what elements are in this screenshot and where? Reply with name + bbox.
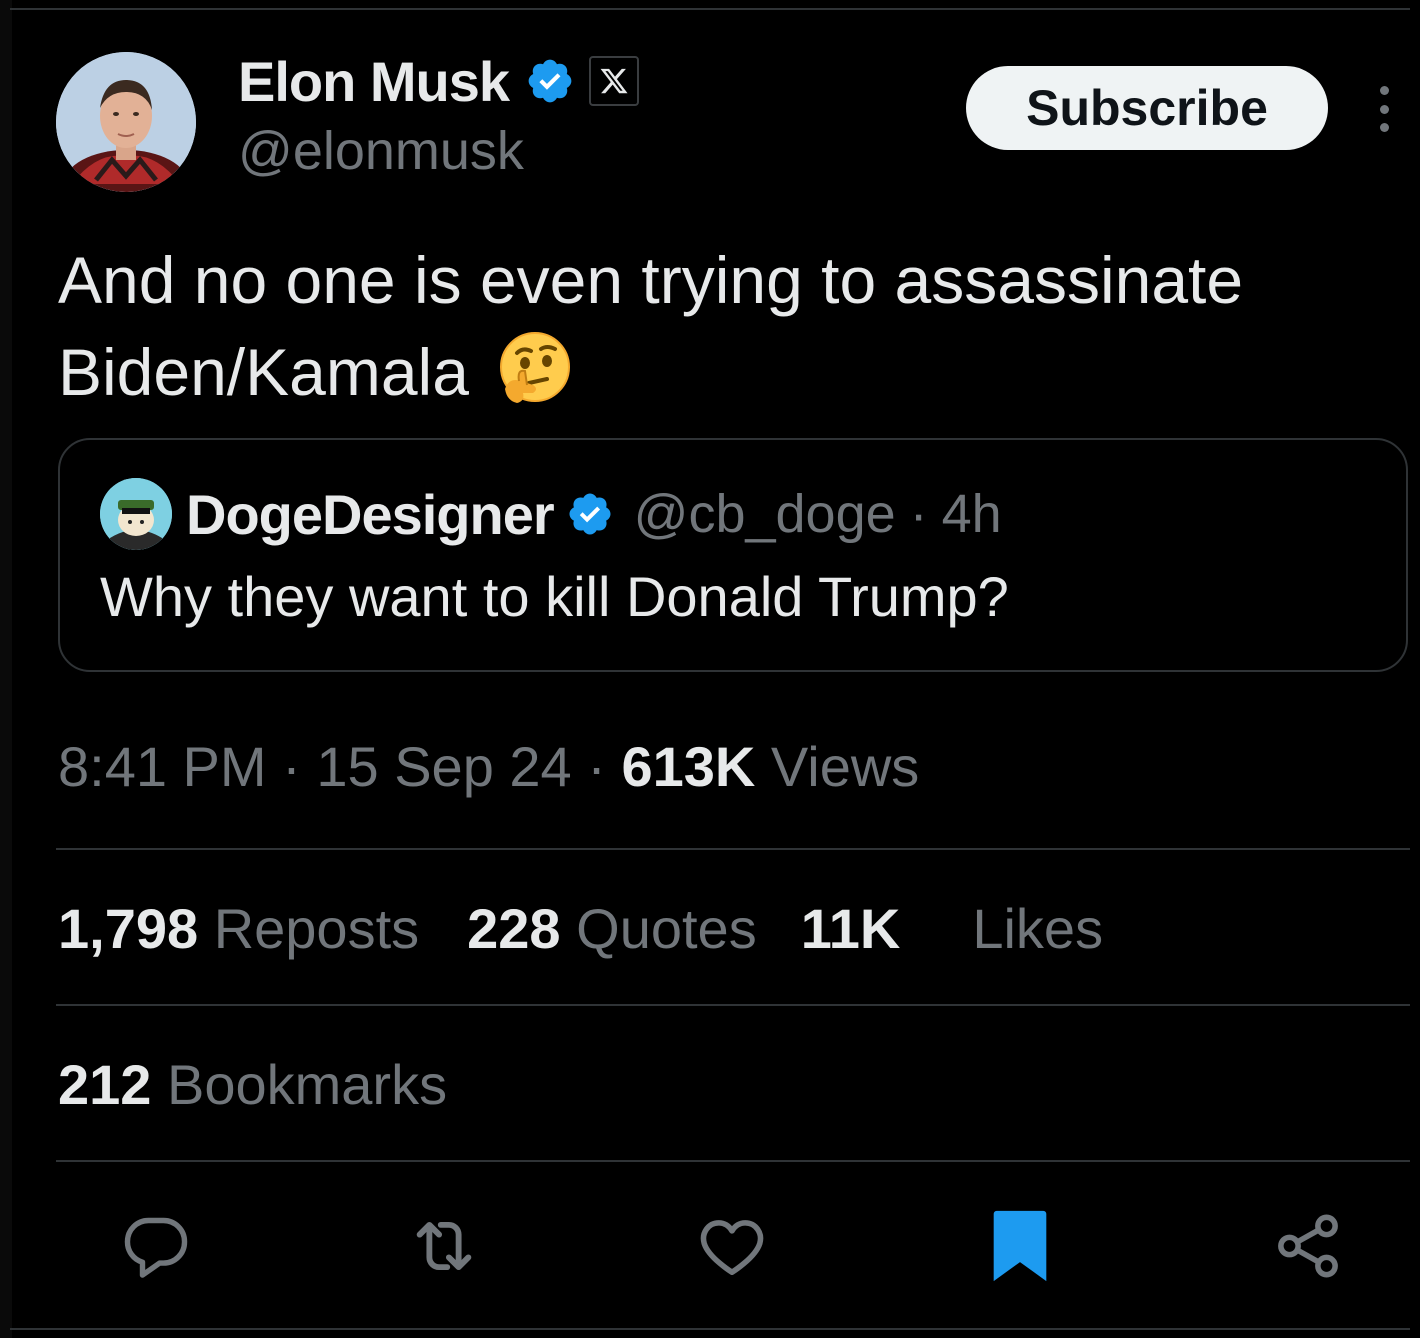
left-edge xyxy=(0,0,12,1338)
quoted-tweet-time[interactable]: 4h xyxy=(942,483,1002,545)
reply-icon[interactable] xyxy=(116,1206,196,1286)
author-handle[interactable]: @elonmusk xyxy=(238,120,524,182)
likes-count: 11K xyxy=(800,897,901,960)
repost-icon[interactable] xyxy=(404,1206,484,1286)
author-avatar[interactable] xyxy=(56,52,196,192)
like-icon[interactable] xyxy=(692,1206,772,1286)
top-divider xyxy=(10,8,1410,10)
quoted-author-handle[interactable]: @cb_doge xyxy=(634,483,896,545)
divider xyxy=(56,1004,1410,1006)
separator-dot: · xyxy=(282,735,301,798)
quotes-stat[interactable]: 228 Quotes xyxy=(467,897,757,960)
tweet-text-line-2: Biden/Kamala xyxy=(58,335,469,409)
quoted-tweet-header: DogeDesigner @cb_doge · 4h xyxy=(100,478,1002,550)
quoted-tweet-text: Why they want to kill Donald Trump? xyxy=(100,565,1009,628)
engagement-stats: 1,798 Reposts 228 Quotes 11K Likes xyxy=(58,896,1103,961)
quoted-verified-badge-icon xyxy=(566,490,614,538)
bookmarks-count: 212 xyxy=(58,1053,152,1116)
author-name[interactable]: Elon Musk xyxy=(238,49,510,114)
author-name-row: Elon Musk xyxy=(238,46,640,116)
tweet-text-line-1: And no one is even trying to assassinate xyxy=(58,243,1244,317)
tweet-meta: 8:41 PM · 15 Sep 24 · 613K Views xyxy=(58,734,919,799)
quotes-count: 228 xyxy=(467,897,561,960)
bookmarks-stat[interactable]: 212 Bookmarks xyxy=(58,1052,447,1117)
divider xyxy=(56,848,1410,850)
tweet-time[interactable]: 8:41 PM xyxy=(58,735,267,798)
quotes-label: Quotes xyxy=(576,897,757,960)
tweet-text: And no one is even trying to assassinate… xyxy=(58,234,1418,418)
verified-badge-icon xyxy=(525,56,575,106)
views-count: 613K xyxy=(621,735,756,798)
x-logo-icon xyxy=(589,56,640,106)
more-vertical-icon[interactable] xyxy=(1374,86,1394,132)
share-icon[interactable] xyxy=(1268,1206,1348,1286)
likes-label: Likes xyxy=(972,897,1104,960)
separator-dot: · xyxy=(587,735,606,798)
reposts-label: Reposts xyxy=(213,897,420,960)
views-label: Views xyxy=(770,735,920,798)
separator-dot: · xyxy=(909,484,928,544)
bookmark-icon[interactable] xyxy=(980,1206,1060,1286)
subscribe-button[interactable]: Subscribe xyxy=(966,66,1328,150)
likes-stat[interactable]: 11K Likes xyxy=(801,897,1103,960)
reposts-count: 1,798 xyxy=(58,897,199,960)
bottom-divider xyxy=(10,1328,1410,1330)
tweet-date[interactable]: 15 Sep 24 xyxy=(316,735,571,798)
tweet-detail: Elon Musk @elonmusk Subscribe And no one… xyxy=(0,0,1420,1338)
quoted-tweet-card[interactable]: DogeDesigner @cb_doge · 4h Why they want… xyxy=(58,438,1408,672)
bookmarks-label: Bookmarks xyxy=(167,1053,448,1116)
divider xyxy=(56,1160,1410,1162)
thinking-face-emoji xyxy=(495,329,575,409)
quoted-author-name[interactable]: DogeDesigner xyxy=(186,482,555,547)
quoted-author-avatar[interactable] xyxy=(100,478,172,550)
reposts-stat[interactable]: 1,798 Reposts xyxy=(58,897,419,960)
